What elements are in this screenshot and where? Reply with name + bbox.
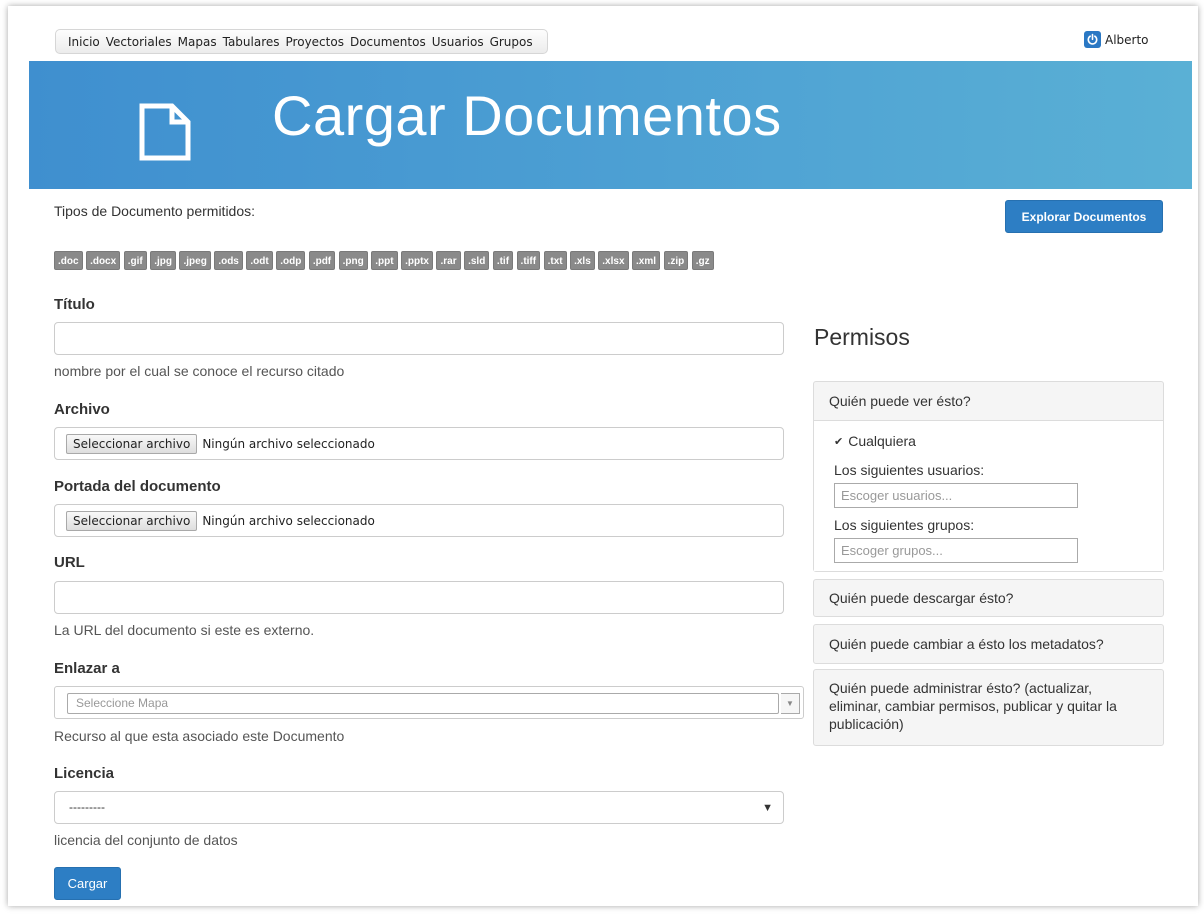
title-help: nombre por el cual se conoce el recurso …: [54, 363, 345, 379]
nav-item-mapas[interactable]: Mapas: [178, 35, 217, 49]
url-label: URL: [54, 554, 85, 571]
type-badge: .gif: [123, 251, 147, 270]
file-label: Archivo: [54, 401, 110, 418]
title-label: Título: [54, 296, 95, 313]
permission-download-heading[interactable]: Quién puede descargar ésto?: [814, 580, 1163, 617]
users-input[interactable]: Escoger usuarios...: [834, 483, 1078, 508]
nav-item-proyectos[interactable]: Proyectos: [286, 35, 344, 49]
document-icon: [139, 103, 191, 161]
type-badge: .ppt: [371, 251, 398, 270]
nav-item-vectoriales[interactable]: Vectoriales: [106, 35, 172, 49]
file-field: Seleccionar archivo Ningún archivo selec…: [54, 427, 784, 460]
permission-manage-heading[interactable]: Quién puede administrar ésto? (actualiza…: [814, 670, 1163, 733]
page-frame: Inicio Vectoriales Mapas Tabulares Proye…: [8, 6, 1198, 906]
license-label: Licencia: [54, 765, 115, 782]
permission-manage-panel[interactable]: Quién puede administrar ésto? (actualiza…: [813, 669, 1164, 746]
type-badge: .gz: [691, 251, 714, 270]
main-nav: Inicio Vectoriales Mapas Tabulares Proye…: [55, 29, 548, 54]
file-status: Ningún archivo seleccionado: [202, 436, 375, 451]
caret-down-icon: ▼: [762, 802, 773, 814]
type-badge: .jpg: [150, 251, 176, 270]
permission-download-panel[interactable]: Quién puede descargar ésto?: [813, 579, 1164, 617]
type-badge: .jpeg: [179, 251, 211, 270]
url-input[interactable]: [54, 581, 784, 614]
top-navbar: Inicio Vectoriales Mapas Tabulares Proye…: [8, 6, 1198, 60]
license-help: licencia del conjunto de datos: [54, 832, 238, 848]
link-label: Enlazar a: [54, 660, 120, 677]
allowed-types-label: Tipos de Documento permitidos:: [54, 203, 256, 219]
nav-item-tabulares[interactable]: Tabulares: [223, 35, 280, 49]
anyone-checkbox[interactable]: ✔ Cualquiera: [834, 433, 916, 449]
file-select-button[interactable]: Seleccionar archivo: [66, 433, 198, 454]
permissions-title: Permisos: [814, 324, 910, 350]
link-map-placeholder[interactable]: Seleccione Mapa: [67, 693, 779, 714]
type-badge: .xlsx: [598, 251, 629, 270]
type-badge: .sld: [464, 251, 490, 270]
type-badge: .pptx: [401, 251, 433, 270]
type-badge: .xml: [632, 251, 661, 270]
permission-metadata-heading[interactable]: Quién puede cambiar a ésto los metadatos…: [814, 625, 1163, 664]
type-badge: .zip: [663, 251, 689, 270]
cover-label: Portada del documento: [54, 478, 221, 495]
cover-status: Ningún archivo seleccionado: [202, 513, 375, 528]
license-value: ---------: [69, 800, 105, 814]
chevron-down-icon[interactable]: ▼: [781, 693, 800, 714]
type-badge: .pdf: [308, 251, 336, 270]
checkmark-icon[interactable]: ✔: [834, 435, 843, 448]
type-badge: .ods: [214, 251, 243, 270]
title-input[interactable]: [54, 322, 784, 355]
type-badge: .xls: [570, 251, 595, 270]
allowed-types-list: .doc .docx .gif .jpg .jpeg .ods .odt .od…: [54, 251, 717, 270]
type-badge: .png: [338, 251, 368, 270]
upload-submit-button[interactable]: Cargar: [54, 867, 121, 900]
nav-item-documentos[interactable]: Documentos: [350, 35, 426, 49]
url-help: La URL del documento si este es externo.: [54, 622, 315, 638]
anyone-label: Cualquiera: [848, 433, 916, 449]
nav-item-inicio[interactable]: Inicio: [68, 35, 100, 49]
type-badge: .tiff: [516, 251, 541, 270]
type-badge: .tif: [492, 251, 514, 270]
users-label: Los siguientes usuarios:: [834, 462, 985, 478]
type-badge: .odt: [246, 251, 273, 270]
permission-view-body: ✔ Cualquiera Los siguientes usuarios: Es…: [814, 420, 1163, 571]
user-name[interactable]: Alberto: [1105, 33, 1149, 47]
explore-documents-button[interactable]: Explorar Documentos: [1005, 200, 1163, 233]
permission-metadata-panel[interactable]: Quién puede cambiar a ésto los metadatos…: [813, 624, 1164, 664]
page-title: Cargar Documentos: [272, 84, 782, 147]
page-header-banner: Cargar Documentos: [29, 61, 1192, 189]
nav-item-usuarios[interactable]: Usuarios: [432, 35, 484, 49]
type-badge: .rar: [436, 251, 461, 270]
nav-item-grupos[interactable]: Grupos: [490, 35, 533, 49]
type-badge: .txt: [543, 251, 567, 270]
type-badge: .doc: [54, 251, 83, 270]
link-help: Recurso al que esta asociado este Docume…: [54, 728, 345, 744]
type-badge: .odp: [276, 251, 306, 270]
groups-label: Los siguientes grupos:: [834, 517, 975, 533]
user-menu[interactable]: Alberto: [1084, 31, 1149, 48]
permission-view-heading[interactable]: Quién puede ver ésto?: [814, 382, 1163, 420]
cover-field: Seleccionar archivo Ningún archivo selec…: [54, 504, 784, 537]
license-select[interactable]: --------- ▼: [54, 791, 784, 824]
link-map-select[interactable]: Seleccione Mapa ▼: [54, 686, 804, 719]
power-icon[interactable]: [1084, 31, 1101, 48]
groups-input[interactable]: Escoger grupos...: [834, 538, 1078, 563]
type-badge: .docx: [86, 251, 121, 270]
permission-view-panel: Quién puede ver ésto? ✔ Cualquiera Los s…: [813, 381, 1164, 572]
cover-select-button[interactable]: Seleccionar archivo: [66, 510, 198, 531]
